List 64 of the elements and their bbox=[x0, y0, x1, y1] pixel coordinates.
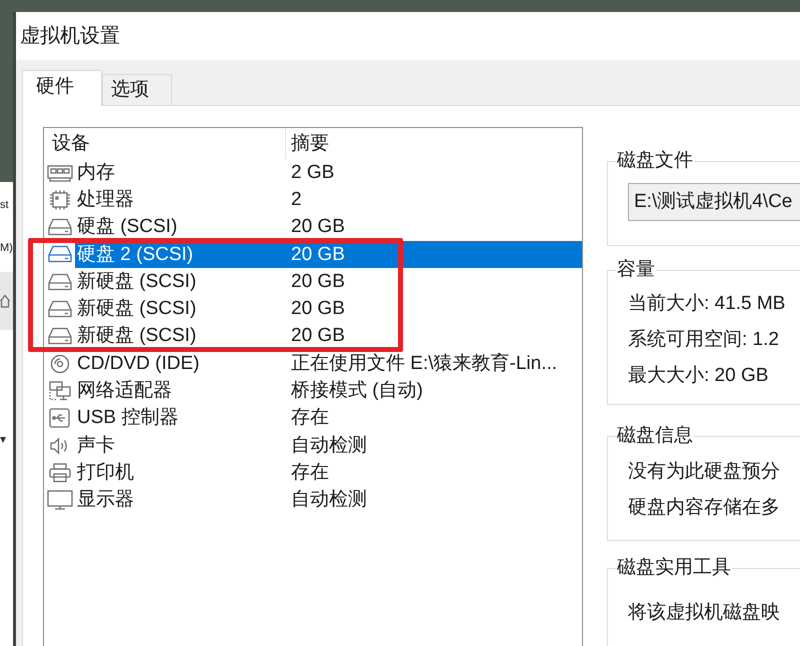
device-name: CD/DVD (IDE) bbox=[76, 354, 200, 374]
device-row[interactable]: 硬盘 2 (SCSI) 20 GB bbox=[75, 240, 582, 268]
device-name: 内存 bbox=[76, 162, 116, 183]
group-title: 磁盘实用工具 bbox=[616, 557, 732, 579]
device-summary: 20 GB bbox=[290, 326, 345, 346]
info-text: 硬盘内容存储在多 bbox=[628, 496, 780, 520]
device-row[interactable]: USB 控制器 存在 bbox=[75, 404, 582, 432]
device-summary: 2 bbox=[290, 190, 302, 210]
device-row[interactable]: 显示器 自动检测 bbox=[75, 486, 582, 514]
device-row[interactable]: 处理器 2 bbox=[75, 186, 582, 214]
device-name: 打印机 bbox=[76, 462, 135, 483]
device-summary: 存在 bbox=[290, 408, 329, 428]
network-icon bbox=[47, 380, 73, 401]
device-summary: 20 GB bbox=[290, 244, 345, 265]
device-row[interactable]: 新硬盘 (SCSI) 20 GB bbox=[75, 268, 582, 296]
device-row[interactable]: 新硬盘 (SCSI) 20 GB bbox=[75, 295, 582, 323]
device-summary: 正在使用文件 E:\猿来教育-Lin... bbox=[290, 354, 558, 374]
device-row[interactable]: CD/DVD (IDE) 正在使用文件 E:\猿来教育-Lin... bbox=[75, 350, 582, 378]
device-name: 显示器 bbox=[76, 490, 135, 510]
memory-module-icon bbox=[47, 162, 73, 183]
chip-icon bbox=[47, 190, 73, 210]
column-header[interactable]: 设备 bbox=[44, 128, 285, 159]
tab[interactable]: 硬件 bbox=[22, 70, 102, 106]
capacity-text: 当前大小: 41.5 MB bbox=[628, 292, 786, 316]
info-text: 没有为此硬盘预分 bbox=[628, 460, 780, 484]
device-summary: 20 GB bbox=[290, 217, 345, 238]
device-name: 硬盘 2 (SCSI) bbox=[76, 244, 194, 265]
window-title: 虚拟机设置 bbox=[20, 24, 120, 49]
caret-icon[interactable] bbox=[0, 437, 6, 443]
window-text: M) bbox=[0, 241, 13, 256]
device-summary: 自动检测 bbox=[290, 436, 367, 456]
device-row[interactable]: 新硬盘 (SCSI) 20 GB bbox=[75, 322, 582, 350]
device-name: 新硬盘 (SCSI) bbox=[76, 326, 198, 346]
device-name: 新硬盘 (SCSI) bbox=[76, 272, 198, 292]
printer-icon bbox=[47, 462, 73, 483]
device-summary: 20 GB bbox=[290, 299, 345, 320]
tab[interactable]: 选项 bbox=[102, 74, 172, 105]
device-summary: 自动检测 bbox=[290, 490, 367, 510]
device-row[interactable]: 声卡 自动检测 bbox=[75, 432, 582, 460]
window-text: st bbox=[0, 198, 10, 213]
device-name: 声卡 bbox=[76, 436, 116, 456]
device-summary: 20 GB bbox=[290, 272, 345, 292]
utility-text: 将该虚拟机磁盘映 bbox=[628, 601, 780, 625]
column-header[interactable]: 摘要 bbox=[285, 128, 405, 159]
group-title: 容量 bbox=[616, 259, 656, 281]
capacity-text: 系统可用空间: 1.2 bbox=[628, 328, 779, 352]
device-row[interactable]: 打印机 存在 bbox=[75, 459, 582, 487]
monitor-icon bbox=[47, 490, 73, 510]
device-summary: 桥接模式 (自动) bbox=[290, 381, 423, 402]
device-row[interactable]: 内存 2 GB bbox=[75, 159, 582, 186]
house-icon[interactable] bbox=[0, 294, 10, 308]
device-name: 硬盘 (SCSI) bbox=[76, 217, 178, 238]
device-name: USB 控制器 bbox=[76, 408, 180, 428]
device-name: 新硬盘 (SCSI) bbox=[76, 299, 198, 320]
device-row[interactable]: 网络适配器 桥接模式 (自动) bbox=[75, 377, 582, 405]
device-summary: 存在 bbox=[290, 462, 329, 483]
device-summary: 2 GB bbox=[290, 162, 334, 183]
capacity-text: 最大大小: 20 GB bbox=[628, 364, 768, 388]
device-name: 处理器 bbox=[76, 190, 135, 210]
group-title: 磁盘文件 bbox=[616, 150, 694, 172]
group-title: 磁盘信息 bbox=[616, 425, 694, 447]
file-path-field[interactable]: E:\测试虚拟机4\Ce bbox=[628, 183, 800, 221]
device-row[interactable]: 硬盘 (SCSI) 20 GB bbox=[75, 214, 582, 241]
device-name: 网络适配器 bbox=[76, 381, 173, 402]
